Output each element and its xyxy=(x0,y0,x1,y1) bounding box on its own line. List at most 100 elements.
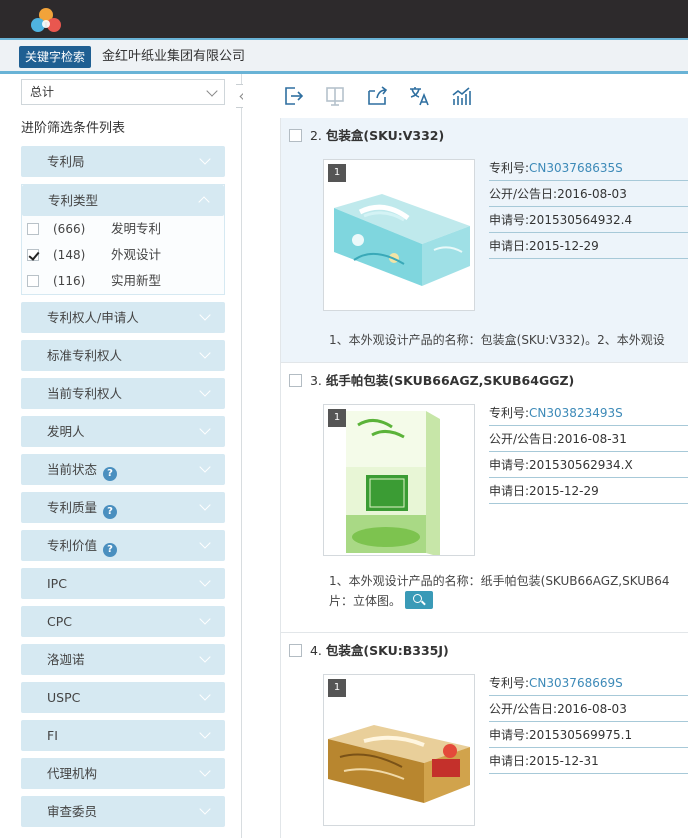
filter-option-invention[interactable]: (666) 发明专利 xyxy=(22,216,224,242)
patent-number-label: 专利号: xyxy=(489,406,530,420)
filter-patent-value[interactable]: 专利价值? xyxy=(21,530,225,561)
filter-list: 专利局 专利类型 (666) 发明专利 (148) 外观设计 (116) 实用新… xyxy=(21,146,225,834)
compare-icon[interactable] xyxy=(323,84,347,108)
patent-number-link[interactable]: CN303768635S xyxy=(529,161,623,175)
filter-patent-type[interactable]: 专利类型 xyxy=(22,185,224,216)
result-title[interactable]: 3. 纸手帕包装(SKUB66AGZ,SKUB64GGZ) xyxy=(289,372,574,390)
result-title-text[interactable]: 包装盒(SKU:V332) xyxy=(326,128,444,143)
result-checkbox[interactable] xyxy=(289,644,302,657)
filter-ipc[interactable]: IPC xyxy=(21,568,225,599)
result-item: 2. 包装盒(SKU:V332) 1 专利号:CN303768635S 公开/公… xyxy=(281,118,688,363)
option-count: (666) xyxy=(53,222,86,236)
application-number: 申请号:201530562934.X xyxy=(489,452,688,478)
app-header xyxy=(0,0,688,38)
app-logo-icon[interactable] xyxy=(28,6,64,34)
filter-patent-office[interactable]: 专利局 xyxy=(21,146,225,177)
option-count: (116) xyxy=(53,274,86,288)
result-thumbnail[interactable]: 1 xyxy=(323,674,475,826)
filter-option-utility[interactable]: (116) 实用新型 xyxy=(22,268,224,294)
chevron-down-icon xyxy=(199,423,211,435)
result-title[interactable]: 4. 包装盒(SKU:B335J) xyxy=(289,642,449,660)
checkbox[interactable] xyxy=(27,223,39,235)
filter-label: 专利类型 xyxy=(48,193,99,208)
result-abstract: 1、本外观设计产品的名称：纸手帕包装(SKUB66AGZ,SKUB64 xyxy=(329,574,670,588)
option-name: 实用新型 xyxy=(111,273,162,288)
result-checkbox[interactable] xyxy=(289,129,302,142)
filter-uspc[interactable]: USPC xyxy=(21,682,225,713)
analysis-icon[interactable] xyxy=(449,84,473,108)
filter-inventor[interactable]: 发明人 xyxy=(21,416,225,447)
results-list: 2. 包装盒(SKU:V332) 1 专利号:CN303768635S 公开/公… xyxy=(280,118,688,838)
search-query[interactable]: 金红叶纸业集团有限公司 xyxy=(102,46,245,68)
chevron-down-icon xyxy=(199,765,211,777)
result-abstract: 1、本外观设计产品的名称：包装盒(SKU:V332)。2、本外观设 xyxy=(329,333,665,347)
result-checkbox[interactable] xyxy=(289,374,302,387)
filter-option-design[interactable]: (148) 外观设计 xyxy=(22,242,224,268)
chevron-down-icon xyxy=(199,613,211,625)
tissue-box-gold-image xyxy=(328,725,470,803)
result-title-text[interactable]: 包装盒(SKU:B335J) xyxy=(326,643,449,658)
chevron-down-icon xyxy=(199,575,211,587)
result-meta: 专利号:CN303768635S 公开/公告日:2016-08-03 申请号:2… xyxy=(489,155,688,259)
translate-icon[interactable] xyxy=(407,84,431,108)
option-name: 发明专利 xyxy=(111,221,162,236)
patent-number-label: 专利号: xyxy=(489,161,530,175)
filter-label: 专利局 xyxy=(47,154,85,169)
checkbox-checked[interactable] xyxy=(27,249,39,261)
result-thumbnail[interactable]: 1 xyxy=(323,404,475,556)
patent-number-link[interactable]: CN303768669S xyxy=(529,676,623,690)
application-date: 申请日:2015-12-29 xyxy=(489,478,688,504)
filter-label: 代理机构 xyxy=(47,766,98,781)
filter-locarno[interactable]: 洛迦诺 xyxy=(21,644,225,675)
result-title[interactable]: 2. 包装盒(SKU:V332) xyxy=(289,127,444,145)
filter-label: 专利质量? xyxy=(47,492,118,523)
filter-group-patent-type: 专利类型 (666) 发明专利 (148) 外观设计 (116) 实用新型 xyxy=(21,184,225,295)
filter-sidebar: 总计 进阶筛选条件列表 专利局 专利类型 (666) 发明专利 (148) 外观… xyxy=(0,74,242,838)
filter-examiner[interactable]: 审查委员 xyxy=(21,796,225,827)
publication-date: 公开/公告日:2016-08-31 xyxy=(489,426,688,452)
share-icon[interactable] xyxy=(365,84,389,108)
filter-agency[interactable]: 代理机构 xyxy=(21,758,225,789)
patent-number-row: 专利号:CN303823493S xyxy=(489,400,688,426)
chevron-down-icon xyxy=(199,309,211,321)
chevron-down-icon xyxy=(206,85,218,97)
export-icon[interactable] xyxy=(281,84,305,108)
keyword-search-label[interactable]: 关键字检索 xyxy=(19,46,92,68)
chevron-down-icon xyxy=(199,537,211,549)
result-meta: 专利号:CN303823493S 公开/公告日:2016-08-31 申请号:2… xyxy=(489,400,688,504)
checkbox[interactable] xyxy=(27,275,39,287)
help-icon[interactable]: ? xyxy=(103,505,118,519)
aggregate-select[interactable]: 总计 xyxy=(21,79,225,105)
filter-cpc[interactable]: CPC xyxy=(21,606,225,637)
chevron-down-icon xyxy=(199,153,211,165)
application-number: 申请号:201530569975.1 xyxy=(489,722,688,748)
filter-label: 标准专利权人 xyxy=(47,348,123,363)
filter-standard-assignee[interactable]: 标准专利权人 xyxy=(21,340,225,371)
filter-label-text: 当前状态 xyxy=(47,462,98,477)
aggregate-select-value: 总计 xyxy=(30,85,55,99)
result-meta: 专利号:CN303768669S 公开/公告日:2016-08-03 申请号:2… xyxy=(489,670,688,774)
result-abstract-continued: 片：立体图。 xyxy=(329,591,688,611)
filter-label: 专利价值? xyxy=(47,530,118,561)
help-icon[interactable]: ? xyxy=(103,467,118,481)
filter-label: 当前专利权人 xyxy=(47,386,123,401)
patent-number-row: 专利号:CN303768669S xyxy=(489,670,688,696)
chevron-down-icon xyxy=(199,499,211,511)
filter-current-status[interactable]: 当前状态? xyxy=(21,454,225,485)
chevron-down-icon xyxy=(199,347,211,359)
filter-patent-quality[interactable]: 专利质量? xyxy=(21,492,225,523)
option-count: (148) xyxy=(53,248,86,262)
help-icon[interactable]: ? xyxy=(103,543,118,557)
sidebar-title: 进阶筛选条件列表 xyxy=(21,121,126,136)
chevron-down-icon xyxy=(199,461,211,473)
result-thumbnail[interactable]: 1 xyxy=(323,159,475,311)
patent-number-link[interactable]: CN303823493S xyxy=(529,406,623,420)
filter-assignee-applicant[interactable]: 专利权人/申请人 xyxy=(21,302,225,333)
result-title-text[interactable]: 纸手帕包装(SKUB66AGZ,SKUB64GGZ) xyxy=(326,373,574,388)
filter-current-assignee[interactable]: 当前专利权人 xyxy=(21,378,225,409)
zoom-in-icon[interactable] xyxy=(405,591,434,609)
publication-date: 公开/公告日:2016-08-03 xyxy=(489,696,688,722)
filter-fi[interactable]: FI xyxy=(21,720,225,751)
result-index: 2. xyxy=(309,128,322,143)
filter-label: 专利权人/申请人 xyxy=(47,310,139,325)
